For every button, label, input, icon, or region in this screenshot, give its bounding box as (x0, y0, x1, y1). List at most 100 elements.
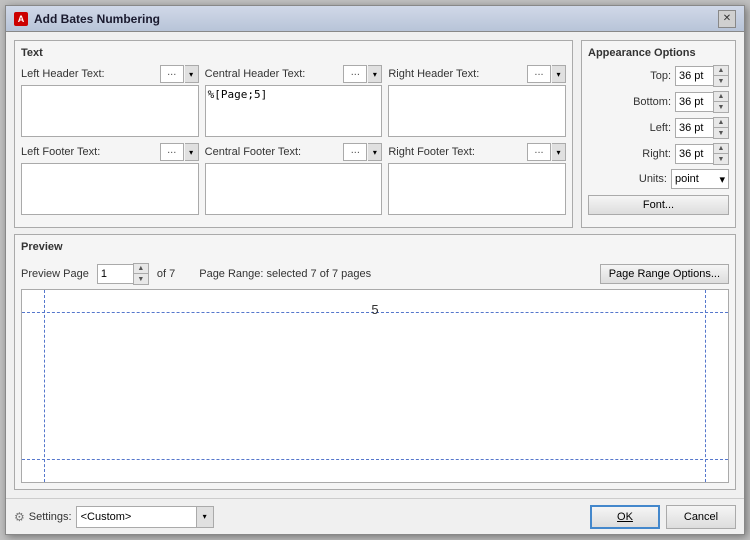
preview-left-line (44, 290, 45, 482)
top-spin-down[interactable]: ▼ (714, 76, 728, 86)
settings-icon: ⚙ (14, 510, 25, 524)
central-header-group: Central Header Text: ... ▾ %[Page;5] (205, 65, 383, 137)
central-header-label-row: Central Header Text: ... ▾ (205, 65, 383, 83)
right-header-dropdown[interactable]: ▾ (552, 65, 566, 83)
right-header-ellipsis-input[interactable]: ... (527, 65, 551, 83)
preview-spin-down[interactable]: ▼ (134, 274, 148, 284)
right-header-input[interactable] (388, 85, 566, 137)
preview-of-text: of 7 (157, 268, 175, 280)
left-footer-input[interactable] (21, 163, 199, 215)
left-spin-arrows: ▲ ▼ (713, 117, 729, 139)
right-footer-group: Right Footer Text: ... ▾ (388, 143, 566, 215)
right-spin-down[interactable]: ▼ (714, 154, 728, 164)
top-spin-arrows: ▲ ▼ (713, 65, 729, 87)
appearance-section: Appearance Options Top: ▲ ▼ Bottom: (581, 40, 736, 228)
text-section: Text Left Header Text: ... ▾ (14, 40, 573, 228)
units-dropdown-arrow[interactable]: ▾ (719, 173, 725, 186)
left-header-input[interactable] (21, 85, 199, 137)
central-footer-ellipsis-input[interactable]: ... (343, 143, 367, 161)
preview-label: Preview (21, 241, 729, 253)
dialog-buttons: OK Cancel (590, 505, 736, 529)
preview-page-spin: ▲ ▼ (97, 263, 149, 285)
central-footer-ellipsis-btn[interactable]: ... ▾ (343, 143, 382, 161)
right-header-group: Right Header Text: ... ▾ (388, 65, 566, 137)
left-header-dropdown[interactable]: ▾ (185, 65, 199, 83)
right-footer-ellipsis-input[interactable]: ... (527, 143, 551, 161)
left-header-label: Left Header Text: (21, 68, 105, 80)
left-footer-label-row: Left Footer Text: ... ▾ (21, 143, 199, 161)
settings-label: Settings: (29, 511, 72, 523)
page-range-label: Page Range: selected 7 of 7 pages (199, 268, 591, 280)
left-footer-ellipsis-input[interactable]: ... (160, 143, 184, 161)
preview-page-label: Preview Page (21, 268, 89, 280)
units-value: point (675, 173, 699, 185)
title-bar: A Add Bates Numbering ✕ (6, 6, 744, 32)
dialog-title: Add Bates Numbering (34, 12, 160, 26)
settings-dropdown-arrow[interactable]: ▾ (196, 506, 214, 528)
top-row: Top: ▲ ▼ (588, 65, 729, 87)
central-footer-label-row: Central Footer Text: ... ▾ (205, 143, 383, 161)
bottom-spin-down[interactable]: ▼ (714, 102, 728, 112)
right-footer-label-row: Right Footer Text: ... ▾ (388, 143, 566, 161)
preview-page-input[interactable] (97, 264, 133, 284)
page-range-options-button[interactable]: Page Range Options... (600, 264, 729, 284)
left-footer-dropdown[interactable]: ▾ (185, 143, 199, 161)
left-header-label-row: Left Header Text: ... ▾ (21, 65, 199, 83)
right-header-ellipsis-btn[interactable]: ... ▾ (527, 65, 566, 83)
left-footer-group: Left Footer Text: ... ▾ (21, 143, 199, 215)
central-header-dropdown[interactable]: ▾ (368, 65, 382, 83)
preview-spin-up[interactable]: ▲ (134, 264, 148, 274)
preview-page-number: 5 (371, 302, 378, 317)
preview-spin-arrows: ▲ ▼ (133, 263, 149, 285)
title-bar-left: A Add Bates Numbering (14, 12, 160, 26)
top-input[interactable] (675, 66, 713, 86)
bottom-spin-up[interactable]: ▲ (714, 92, 728, 102)
settings-input[interactable] (76, 506, 196, 528)
central-header-input[interactable]: %[Page;5] (205, 85, 383, 137)
right-row: Right: ▲ ▼ (588, 143, 729, 165)
central-footer-group: Central Footer Text: ... ▾ (205, 143, 383, 215)
left-header-group: Left Header Text: ... ▾ (21, 65, 199, 137)
close-button[interactable]: ✕ (718, 10, 736, 28)
bottom-input[interactable] (675, 92, 713, 112)
main-area: Text Left Header Text: ... ▾ (14, 40, 736, 228)
cancel-button[interactable]: Cancel (666, 505, 736, 529)
left-spin-down[interactable]: ▼ (714, 128, 728, 138)
settings-area: ⚙ Settings: ▾ (14, 506, 214, 528)
right-footer-dropdown[interactable]: ▾ (552, 143, 566, 161)
left-input[interactable] (675, 118, 713, 138)
left-footer-label: Left Footer Text: (21, 146, 100, 158)
preview-right-line (705, 290, 706, 482)
left-spin-up[interactable]: ▲ (714, 118, 728, 128)
right-input[interactable] (675, 144, 713, 164)
text-section-label: Text (21, 47, 566, 59)
dialog-body: Text Left Header Text: ... ▾ (6, 32, 744, 498)
left-header-ellipsis-input[interactable]: ... (160, 65, 184, 83)
central-header-ellipsis-btn[interactable]: ... ▾ (343, 65, 382, 83)
bottom-row: Bottom: ▲ ▼ (588, 91, 729, 113)
left-margin-label: Left: (650, 122, 671, 134)
units-select[interactable]: point ▾ (671, 169, 729, 189)
right-header-label: Right Header Text: (388, 68, 479, 80)
right-spin-up[interactable]: ▲ (714, 144, 728, 154)
top-spin-up[interactable]: ▲ (714, 66, 728, 76)
right-footer-ellipsis-btn[interactable]: ... ▾ (527, 143, 566, 161)
central-header-ellipsis-input[interactable]: ... (343, 65, 367, 83)
central-header-label: Central Header Text: (205, 68, 306, 80)
central-footer-dropdown[interactable]: ▾ (368, 143, 382, 161)
central-footer-input[interactable] (205, 163, 383, 215)
ok-button[interactable]: OK (590, 505, 660, 529)
font-button[interactable]: Font... (588, 195, 729, 215)
left-row: Left: ▲ ▼ (588, 117, 729, 139)
add-bates-numbering-dialog: A Add Bates Numbering ✕ Text Left Header… (5, 5, 745, 535)
left-footer-ellipsis-btn[interactable]: ... ▾ (160, 143, 199, 161)
left-header-ellipsis-btn[interactable]: ... ▾ (160, 65, 199, 83)
footer-row: Left Footer Text: ... ▾ Central Footer T… (21, 143, 566, 215)
right-footer-input[interactable] (388, 163, 566, 215)
settings-select[interactable]: ▾ (76, 506, 214, 528)
top-spin: ▲ ▼ (675, 65, 729, 87)
central-footer-label: Central Footer Text: (205, 146, 301, 158)
bottom-label: Bottom: (633, 96, 671, 108)
bottom-spin: ▲ ▼ (675, 91, 729, 113)
units-row: Units: point ▾ (588, 169, 729, 189)
